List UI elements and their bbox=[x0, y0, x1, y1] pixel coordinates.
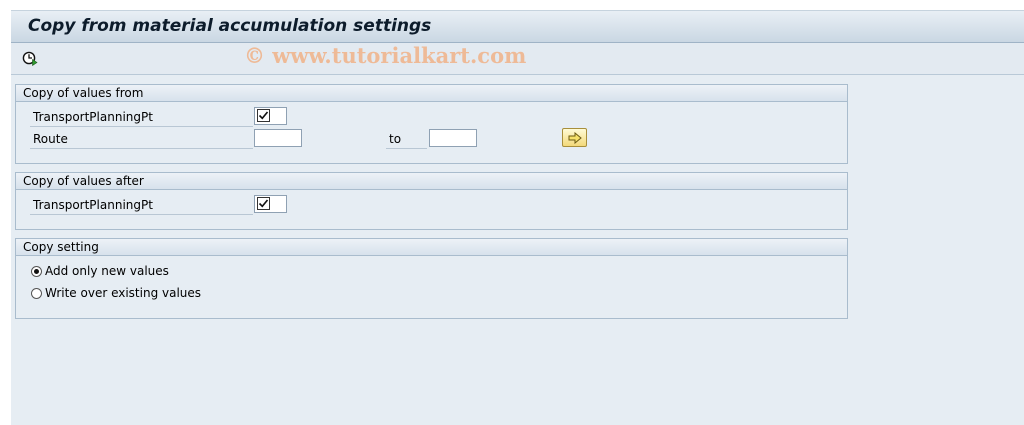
radio-selected-icon bbox=[31, 265, 42, 277]
transport-planning-checkbox[interactable] bbox=[254, 107, 287, 125]
multiple-selection-button[interactable] bbox=[562, 128, 587, 147]
execute-clock-icon bbox=[22, 51, 38, 66]
route-to-input[interactable] bbox=[429, 129, 477, 147]
group-copy-setting: Copy setting Add only new values Write o… bbox=[15, 238, 848, 319]
page-title: Copy from material accumulation settings bbox=[28, 16, 432, 36]
checkbox-checked-icon bbox=[257, 109, 270, 122]
watermark-text: © www.tutorialkart.com bbox=[244, 43, 527, 68]
route-to-label: to bbox=[386, 130, 427, 149]
route-label: Route bbox=[30, 130, 253, 149]
route-from-input[interactable] bbox=[254, 129, 302, 147]
group-copy-values-after: Copy of values after TransportPlanningPt bbox=[15, 172, 848, 230]
transport-planning-label: TransportPlanningPt bbox=[30, 196, 253, 215]
transport-planning-label: TransportPlanningPt bbox=[30, 108, 253, 127]
arrow-right-icon bbox=[568, 131, 582, 144]
top-strip bbox=[11, 0, 1024, 11]
group-header: Copy of values after bbox=[16, 173, 847, 190]
application-toolbar: © www.tutorialkart.com bbox=[11, 43, 1024, 75]
group-copy-values-from: Copy of values from TransportPlanningPt … bbox=[15, 84, 848, 164]
title-bar: Copy from material accumulation settings bbox=[11, 11, 1024, 43]
radio-unselected-icon bbox=[31, 287, 42, 299]
execute-button[interactable] bbox=[21, 50, 39, 66]
radio-add-only-new-values[interactable]: Add only new values bbox=[31, 263, 169, 279]
radio-label: Add only new values bbox=[45, 264, 169, 278]
group-header: Copy setting bbox=[16, 239, 847, 256]
radio-label: Write over existing values bbox=[45, 286, 202, 300]
group-header: Copy of values from bbox=[16, 85, 847, 102]
transport-planning-checkbox[interactable] bbox=[254, 195, 287, 213]
main-window: Copy from material accumulation settings… bbox=[11, 0, 1024, 425]
checkbox-checked-icon bbox=[257, 197, 270, 210]
radio-write-over-existing-values[interactable]: Write over existing values bbox=[31, 285, 201, 301]
